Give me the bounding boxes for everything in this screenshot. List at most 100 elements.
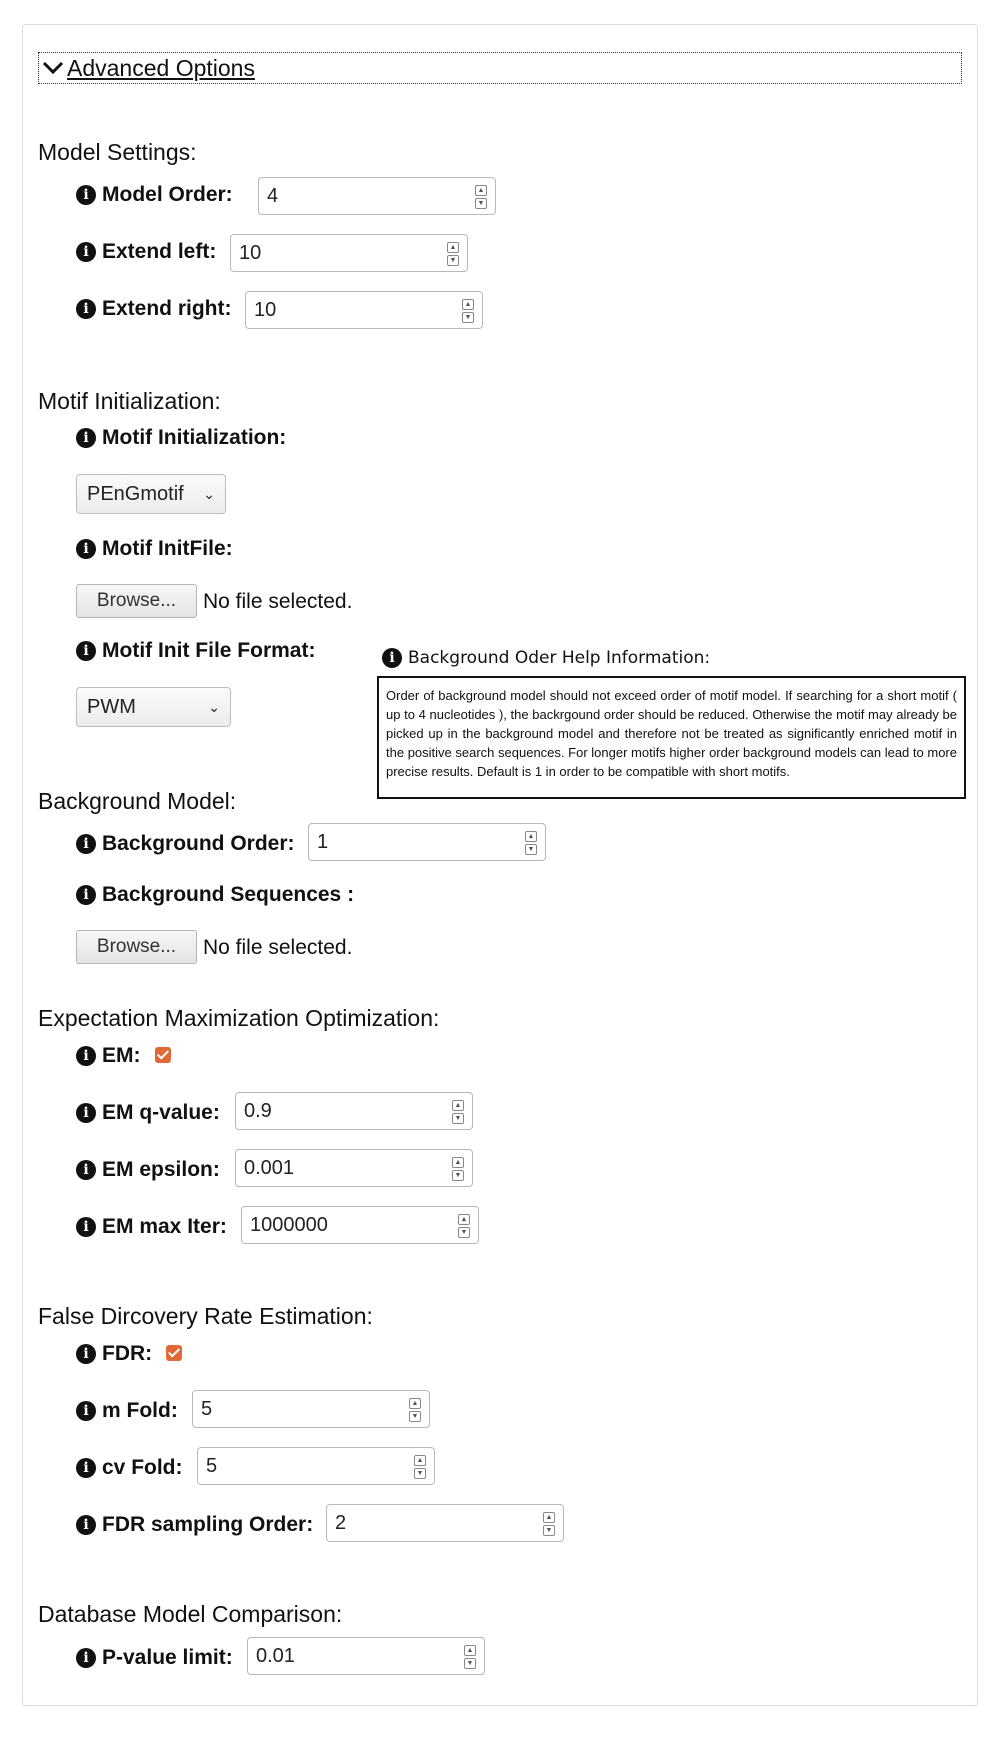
em-maxiter-label: i EM max Iter: <box>76 1215 227 1239</box>
info-icon[interactable]: i <box>76 1217 96 1237</box>
extend-left-value[interactable] <box>231 235 449 271</box>
info-icon[interactable]: i <box>76 1648 96 1668</box>
info-icon: i <box>382 648 402 668</box>
em-epsilon-value[interactable] <box>236 1150 454 1186</box>
info-icon[interactable]: i <box>76 185 96 205</box>
cv-fold-text: cv Fold: <box>102 1456 183 1479</box>
spinner-arrows-icon[interactable]: ▲ ▼ <box>458 1214 470 1238</box>
spinner-arrows-icon[interactable]: ▲ ▼ <box>414 1455 426 1479</box>
m-fold-value[interactable] <box>193 1391 411 1427</box>
info-icon[interactable]: i <box>76 1401 96 1421</box>
spinner-arrows-icon[interactable]: ▲ ▼ <box>452 1157 464 1181</box>
motif-init-format-text: Motif Init File Format: <box>102 639 316 662</box>
fdr-sampling-order-value[interactable] <box>327 1505 545 1541</box>
em-qvalue-value[interactable] <box>236 1093 454 1129</box>
info-icon[interactable]: i <box>76 299 96 319</box>
motif-initfile-status: No file selected. <box>203 590 353 613</box>
advanced-options-panel <box>22 24 978 1706</box>
pvalue-limit-value[interactable] <box>248 1638 466 1674</box>
model-order-text: Model Order: <box>102 183 233 206</box>
spinner-arrows-icon[interactable]: ▲ ▼ <box>409 1398 421 1422</box>
spinner-arrows-icon[interactable]: ▲ ▼ <box>452 1100 464 1124</box>
cv-fold-label: i cv Fold: <box>76 1456 183 1480</box>
chevron-down-icon: ⌄ <box>208 699 220 715</box>
background-sequences-status: No file selected. <box>203 936 353 959</box>
info-icon[interactable]: i <box>76 1160 96 1180</box>
info-icon[interactable]: i <box>76 428 96 448</box>
fdr-sampling-order-text: FDR sampling Order: <box>102 1513 314 1536</box>
extend-right-label: i Extend right: <box>76 297 232 321</box>
background-order-text: Background Order: <box>102 832 295 855</box>
em-epsilon-text: EM epsilon: <box>102 1158 220 1181</box>
extend-left-text: Extend left: <box>102 240 217 263</box>
chevron-down-icon: ⌄ <box>203 486 215 502</box>
fdr-label: i FDR: <box>76 1342 152 1366</box>
model-order-value[interactable] <box>259 178 477 214</box>
motif-initfile-label: i Motif InitFile: <box>76 537 233 561</box>
help-title: i Background Oder Help Information: <box>382 648 710 668</box>
info-icon[interactable]: i <box>76 242 96 262</box>
info-icon[interactable]: i <box>76 834 96 854</box>
em-maxiter-text: EM max Iter: <box>102 1215 227 1238</box>
m-fold-label: i m Fold: <box>76 1399 178 1423</box>
info-icon[interactable]: i <box>76 1103 96 1123</box>
em-maxiter-input[interactable]: ▲▼ <box>241 1206 479 1244</box>
section-motif-initialization: Motif Initialization: <box>38 388 221 414</box>
info-icon[interactable]: i <box>76 885 96 905</box>
section-background-model: Background Model: <box>38 788 237 814</box>
cv-fold-value[interactable] <box>198 1448 416 1484</box>
em-label: i EM: <box>76 1044 141 1068</box>
background-sequences-browse-button[interactable]: Browse... <box>76 930 197 964</box>
pvalue-limit-input[interactable]: ▲▼ <box>247 1637 485 1675</box>
em-text: EM: <box>102 1044 141 1067</box>
info-icon[interactable]: i <box>76 1458 96 1478</box>
em-qvalue-label: i EM q-value: <box>76 1101 220 1125</box>
help-text-box: Order of background model should not exc… <box>377 676 966 799</box>
motif-initfile-browse-button[interactable]: Browse... <box>76 584 197 618</box>
model-order-input[interactable]: ▲▼ <box>258 177 496 215</box>
pvalue-limit-text: P-value limit: <box>102 1646 233 1669</box>
fdr-checkbox[interactable] <box>166 1345 182 1361</box>
m-fold-input[interactable]: ▲▼ <box>192 1390 430 1428</box>
extend-right-text: Extend right: <box>102 297 232 320</box>
spinner-arrows-icon[interactable]: ▲ ▼ <box>462 299 474 323</box>
em-epsilon-input[interactable]: ▲▼ <box>235 1149 473 1187</box>
fdr-text: FDR: <box>102 1342 153 1365</box>
extend-left-label: i Extend left: <box>76 240 216 264</box>
fdr-sampling-order-input[interactable]: ▲▼ <box>326 1504 564 1542</box>
info-icon[interactable]: i <box>76 641 96 661</box>
section-em-optimization: Expectation Maximization Optimization: <box>38 1005 440 1031</box>
spinner-arrows-icon[interactable]: ▲ ▼ <box>543 1512 555 1536</box>
spinner-arrows-icon[interactable]: ▲ ▼ <box>525 831 537 855</box>
motif-init-text: Motif Initialization: <box>102 426 287 449</box>
spinner-arrows-icon[interactable]: ▲ ▼ <box>475 185 487 209</box>
fdr-sampling-order-label: i FDR sampling Order: <box>76 1513 313 1537</box>
motif-init-format-select[interactable]: PWM ⌄ <box>76 687 231 727</box>
chevron-down-icon <box>42 61 64 75</box>
background-sequences-label: i Background Sequences : <box>76 883 354 907</box>
info-icon[interactable]: i <box>76 539 96 559</box>
em-checkbox[interactable] <box>155 1047 171 1063</box>
background-order-value[interactable] <box>309 824 527 860</box>
help-title-text: Background Oder Help Information: <box>408 648 711 668</box>
info-icon[interactable]: i <box>76 1515 96 1535</box>
extend-right-value[interactable] <box>246 292 464 328</box>
pvalue-limit-label: i P-value limit: <box>76 1646 233 1670</box>
motif-init-selected: PEnGmotif <box>87 483 184 505</box>
spinner-arrows-icon[interactable]: ▲ ▼ <box>447 242 459 266</box>
em-qvalue-text: EM q-value: <box>102 1101 220 1124</box>
em-epsilon-label: i EM epsilon: <box>76 1158 220 1182</box>
extend-right-input[interactable]: ▲▼ <box>245 291 483 329</box>
advanced-options-toggle[interactable]: Advanced Options <box>38 52 962 84</box>
motif-init-format-label: i Motif Init File Format: <box>76 639 315 663</box>
extend-left-input[interactable]: ▲▼ <box>230 234 468 272</box>
em-maxiter-value[interactable] <box>242 1207 460 1243</box>
background-order-input[interactable]: ▲▼ <box>308 823 546 861</box>
spinner-arrows-icon[interactable]: ▲ ▼ <box>464 1645 476 1669</box>
em-qvalue-input[interactable]: ▲▼ <box>235 1092 473 1130</box>
info-icon[interactable]: i <box>76 1344 96 1364</box>
info-icon[interactable]: i <box>76 1046 96 1066</box>
m-fold-text: m Fold: <box>102 1399 178 1422</box>
cv-fold-input[interactable]: ▲▼ <box>197 1447 435 1485</box>
motif-init-select[interactable]: PEnGmotif ⌄ <box>76 474 226 514</box>
